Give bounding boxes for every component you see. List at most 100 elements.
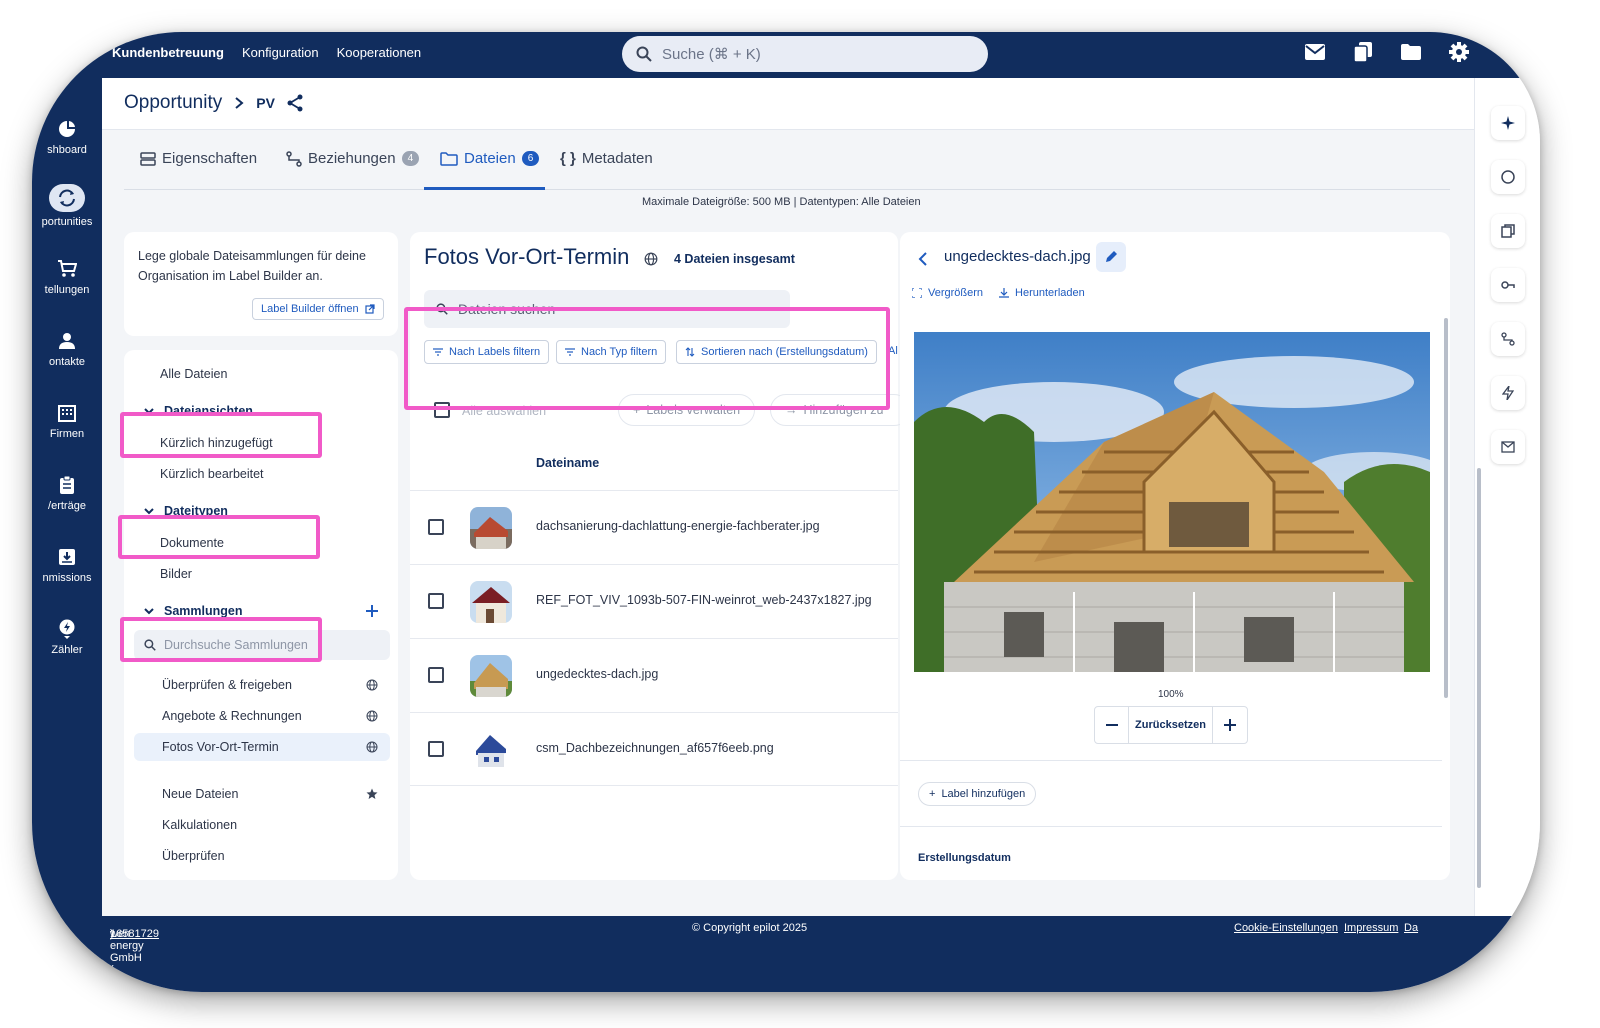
- global-search[interactable]: Suche (⌘ + K): [622, 36, 988, 72]
- tab-dateien[interactable]: Dateien 6: [440, 150, 540, 167]
- nav-kooperationen[interactable]: Kooperationen: [337, 45, 422, 60]
- section-sammlungen[interactable]: Sammlungen: [144, 604, 243, 618]
- chevron-down-icon: [144, 508, 154, 515]
- zoom-controls: Zurücksetzen: [1094, 706, 1248, 744]
- table-row[interactable]: csm_Dachbezeichnungen_af657f6eeb.png: [410, 712, 898, 786]
- highlight-sammlungen: [120, 617, 322, 662]
- tab-metadaten[interactable]: { } Metadaten: [560, 150, 653, 167]
- braces-icon: { }: [560, 150, 576, 167]
- share-icon[interactable]: [287, 94, 303, 112]
- sidebar-item-zaehler[interactable]: Zähler: [32, 618, 102, 656]
- row-checkbox[interactable]: [428, 667, 444, 683]
- footer-more-link[interactable]: Da: [1404, 922, 1418, 934]
- zoom-out-button[interactable]: [1095, 707, 1129, 743]
- tab-eigenschaften[interactable]: Eigenschaften: [140, 150, 257, 167]
- clock-icon[interactable]: [1491, 160, 1525, 194]
- label-builder-button[interactable]: Label Builder öffnen: [252, 298, 384, 320]
- external-link-icon: [365, 304, 375, 314]
- enlarge-button[interactable]: Vergrößern: [912, 287, 983, 299]
- app-window: Kundenbetreuung Konfiguration Kooperatio…: [32, 32, 1540, 992]
- collection-item[interactable]: Angebote & Rechnungen: [134, 702, 390, 730]
- section-title: Sammlungen: [164, 604, 243, 618]
- row-checkbox[interactable]: [428, 593, 444, 609]
- zoom-in-button[interactable]: [1213, 707, 1247, 743]
- table-row[interactable]: REF_FOT_VIV_1093b-507-FIN-weinrot_web-24…: [410, 564, 898, 638]
- building-icon: [56, 402, 78, 424]
- type-images[interactable]: Bilder: [160, 567, 192, 581]
- relations-icon[interactable]: [1491, 322, 1525, 356]
- nav-konfiguration[interactable]: Konfiguration: [242, 45, 319, 60]
- gear-icon[interactable]: [1448, 41, 1470, 63]
- add-label-button[interactable]: + Label hinzufügen: [918, 782, 1037, 806]
- copy-icon[interactable]: [1352, 41, 1374, 63]
- person-icon: [56, 330, 78, 352]
- dashboard-icon: [56, 118, 78, 140]
- meter-icon: [56, 618, 78, 640]
- download-icon: [999, 288, 1010, 298]
- row-checkbox[interactable]: [428, 741, 444, 757]
- collection-title: Fotos Vor-Ort-Termin: [424, 244, 630, 269]
- column-header-filename[interactable]: Dateiname: [536, 456, 599, 470]
- highlight-dateitypen: [118, 515, 320, 559]
- zoom-reset-button[interactable]: Zurücksetzen: [1129, 707, 1213, 743]
- zoom-level: 100%: [1158, 689, 1184, 700]
- download-button[interactable]: Herunterladen: [999, 287, 1085, 299]
- cart-icon: [56, 258, 78, 280]
- edit-filename-button[interactable]: [1096, 242, 1126, 272]
- file-name[interactable]: ungedecktes-dach.jpg: [536, 667, 658, 681]
- sidebar-item-kontakte[interactable]: ontakte: [32, 330, 102, 368]
- sidebar-item-vertraege[interactable]: /erträge: [32, 474, 102, 512]
- tab-label: Beziehungen: [308, 150, 396, 167]
- copy-icon[interactable]: [1491, 214, 1525, 248]
- tab-active-indicator: [424, 187, 545, 190]
- page-scrollbar[interactable]: [1477, 468, 1481, 888]
- table-row[interactable]: ungedecktes-dach.jpg: [410, 638, 898, 712]
- saved-view-label: Kalkulationen: [162, 818, 238, 832]
- sidebar-item-dashboard[interactable]: shboard: [32, 118, 102, 156]
- chevron-left-icon[interactable]: [918, 252, 928, 266]
- sidebar-item-label: Zähler: [51, 644, 83, 656]
- page-title[interactable]: Opportunity: [124, 92, 222, 114]
- file-name[interactable]: REF_FOT_VIV_1093b-507-FIN-weinrot_web-24…: [536, 593, 872, 607]
- star-icon[interactable]: [366, 788, 378, 800]
- divider: [900, 760, 1442, 761]
- collection-item-active[interactable]: Fotos Vor-Ort-Termin: [134, 733, 390, 761]
- filter-all-files[interactable]: Alle Dateien: [160, 367, 227, 381]
- impressum-link[interactable]: Impressum: [1344, 922, 1398, 934]
- file-name[interactable]: csm_Dachbezeichnungen_af657f6eeb.png: [536, 741, 774, 755]
- sidebar-item-opportunities[interactable]: portunities: [32, 184, 102, 228]
- sidebar-item-firmen[interactable]: Firmen: [32, 402, 102, 440]
- collection-item[interactable]: Überprüfen & freigeben: [134, 671, 390, 699]
- preview-scrollbar[interactable]: [1444, 318, 1448, 698]
- file-name[interactable]: dachsanierung-dachlattung-energie-fachbe…: [536, 519, 820, 533]
- sidebar-item-label: shboard: [47, 144, 87, 156]
- table-row[interactable]: dachsanierung-dachlattung-energie-fachbe…: [410, 490, 898, 564]
- tab-beziehungen[interactable]: Beziehungen 4: [286, 150, 420, 167]
- properties-icon: [140, 151, 156, 166]
- company-suffix: ): [110, 928, 114, 940]
- tab-label: Eigenschaften: [162, 150, 258, 167]
- cookie-settings-link[interactable]: Cookie-Einstellungen: [1234, 922, 1338, 934]
- globe-icon: [366, 679, 378, 691]
- view-recently-edited[interactable]: Kürzlich bearbeitet: [160, 467, 264, 481]
- saved-view-item[interactable]: Neue Dateien: [134, 780, 390, 808]
- mail-icon[interactable]: [1304, 41, 1326, 63]
- row-checkbox[interactable]: [428, 519, 444, 535]
- saved-view-item[interactable]: Kalkulationen: [134, 811, 390, 839]
- sidebar-item-bestellungen[interactable]: tellungen: [32, 258, 102, 296]
- folder-icon[interactable]: [1400, 41, 1422, 63]
- sparkle-icon[interactable]: [1491, 106, 1525, 140]
- company-id-link[interactable]: 16581729: [110, 928, 159, 940]
- lightning-icon[interactable]: [1491, 376, 1525, 410]
- plus-icon: [1224, 719, 1236, 731]
- sidebar-item-submissions[interactable]: nmissions: [32, 546, 102, 584]
- nav-kundenbetreuung[interactable]: Kundenbetreuung: [112, 45, 224, 60]
- globe-icon: [366, 741, 378, 753]
- file-count: 4 Dateien insgesamt: [674, 252, 795, 266]
- tabs: Eigenschaften Beziehungen 4 Dateien 6 { …: [124, 140, 1450, 190]
- mail-icon[interactable]: [1491, 430, 1525, 464]
- add-collection-icon[interactable]: [366, 605, 378, 617]
- search-placeholder: Suche (⌘ + K): [662, 46, 761, 63]
- key-icon[interactable]: [1491, 268, 1525, 302]
- saved-view-item[interactable]: Überprüfen: [134, 842, 390, 870]
